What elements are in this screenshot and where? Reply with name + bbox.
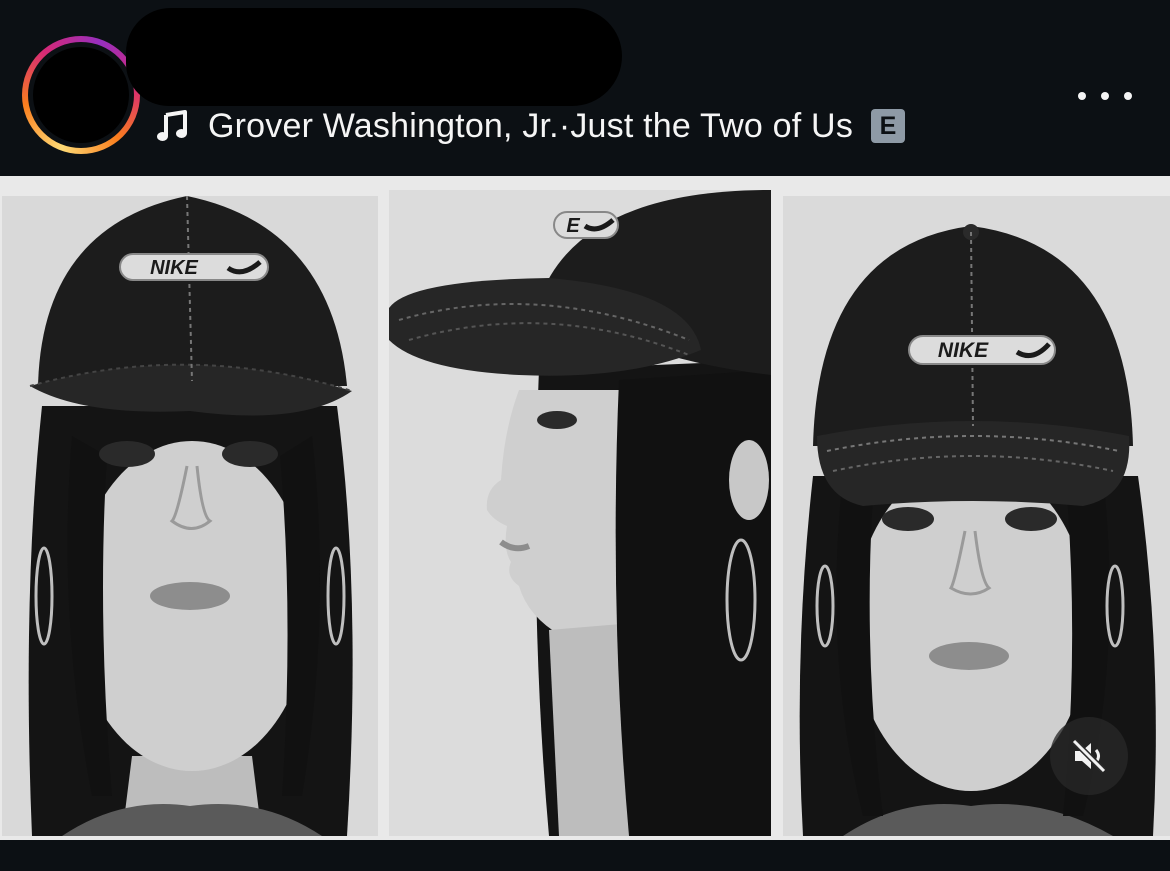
music-attribution[interactable]: Grover Washington, Jr. · Just the Two of… <box>156 104 906 148</box>
cap-logo-text: NIKE <box>938 339 989 362</box>
avatar[interactable] <box>33 47 129 143</box>
portrait-photo-profile: E <box>389 190 771 836</box>
post-header: Grover Washington, Jr. · Just the Two of… <box>0 0 1170 176</box>
cap-logo-text: NIKE <box>150 257 198 279</box>
story-ring[interactable] <box>22 36 140 154</box>
post-footer <box>0 840 1170 871</box>
speaker-muted-icon <box>1071 738 1107 774</box>
more-options-button[interactable] <box>1078 82 1132 110</box>
track-artist[interactable]: Grover Washington, Jr. <box>208 107 559 146</box>
portrait-photo-front: NIKE <box>2 196 378 836</box>
more-horizontal-icon <box>1078 92 1086 100</box>
redacted-username <box>126 8 622 106</box>
music-note-icon <box>157 110 187 141</box>
post-view: Grover Washington, Jr. · Just the Two of… <box>0 0 1170 871</box>
post-media[interactable]: NIKE E NIKE <box>0 176 1170 840</box>
track-separator: · <box>558 106 571 145</box>
explicit-badge: E <box>871 109 906 143</box>
track-title[interactable]: Just the Two of Us <box>570 107 853 146</box>
mute-toggle-button[interactable] <box>1050 717 1128 795</box>
cap-logo-text: E <box>566 215 580 237</box>
